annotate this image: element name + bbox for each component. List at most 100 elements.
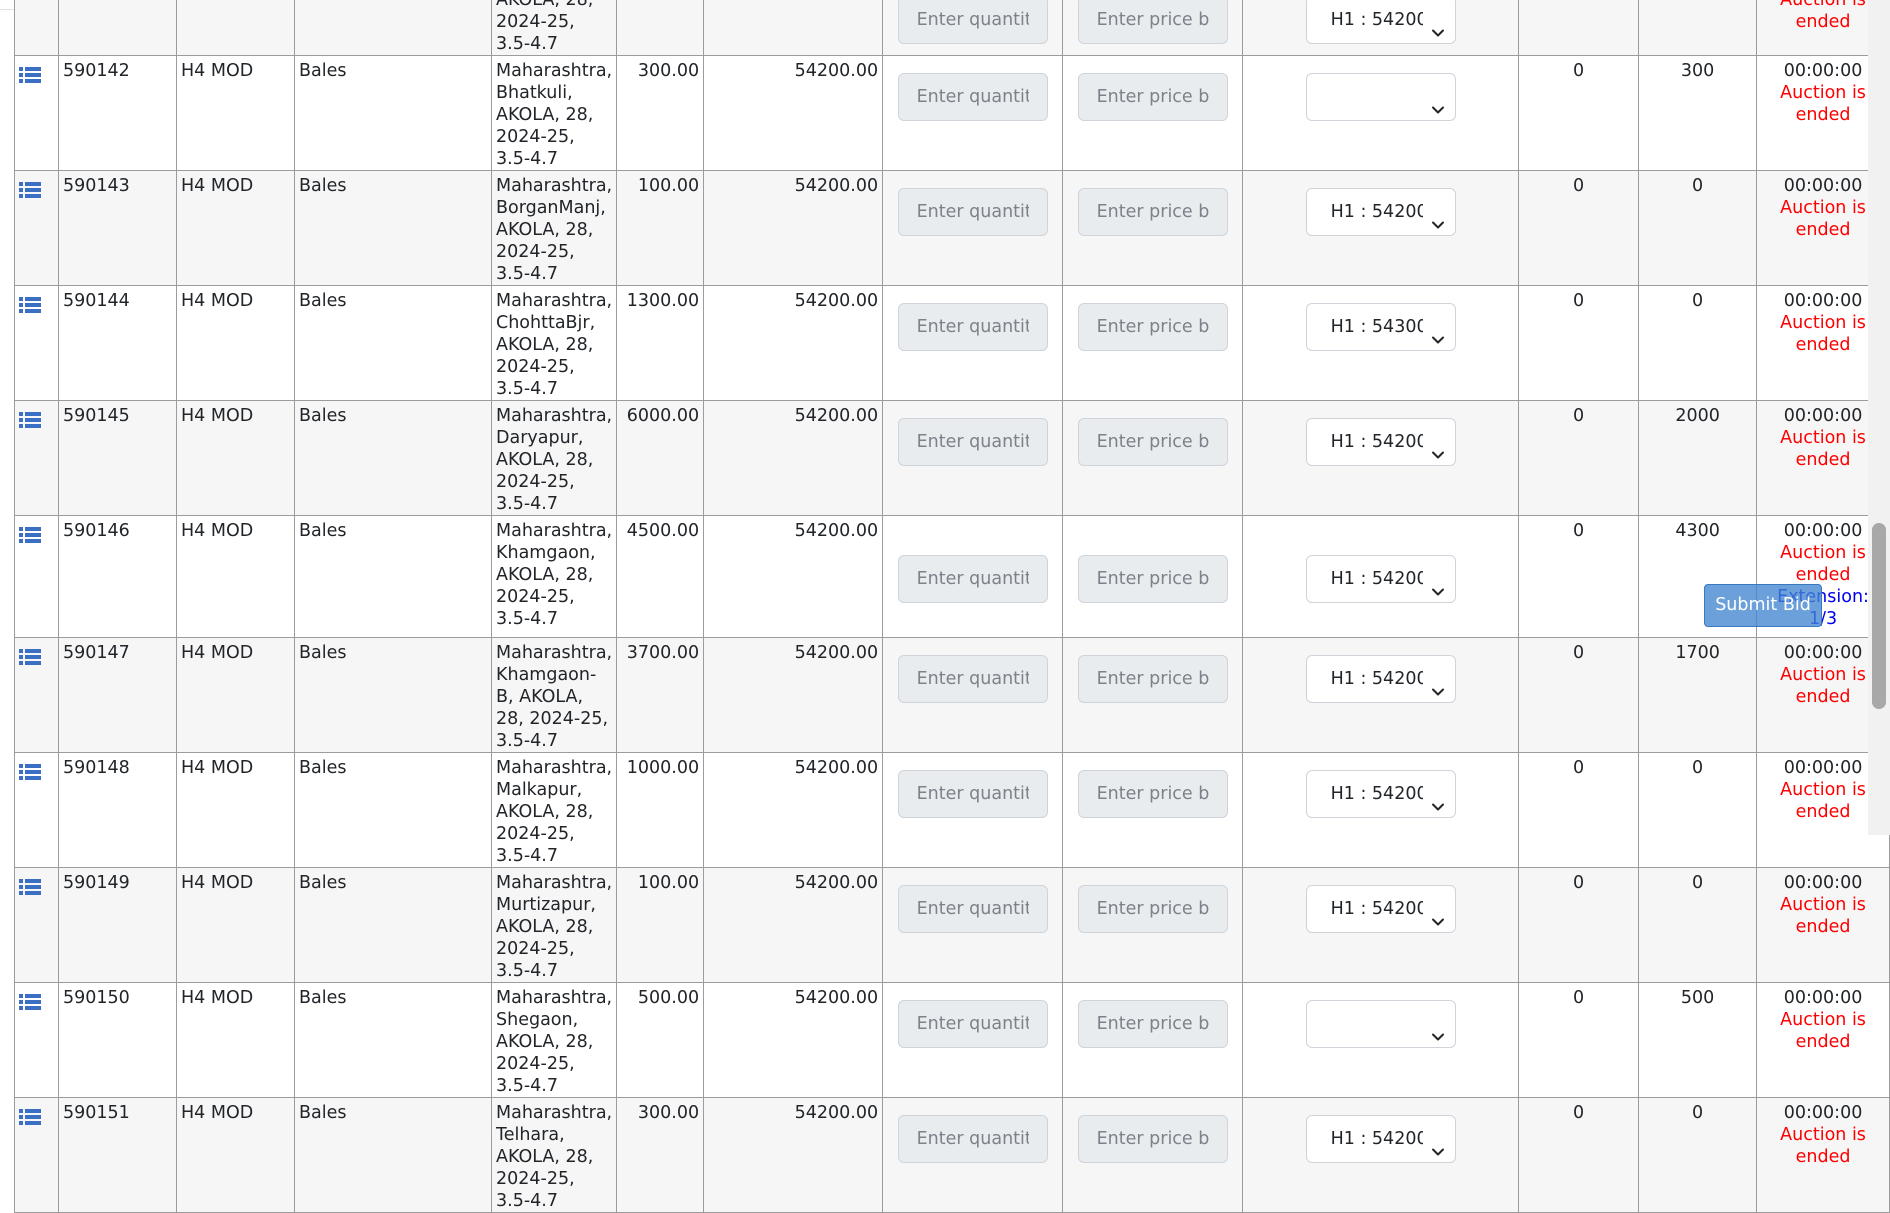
price-bid-input[interactable] xyxy=(1077,417,1228,466)
list-icon[interactable] xyxy=(19,648,41,672)
price-bid-input[interactable] xyxy=(1077,187,1228,236)
location: Maharashtra, BorganManj, AKOLA, 28, 2024… xyxy=(490,170,618,286)
h1-select-value: H1 : 54200 xyxy=(1330,898,1423,919)
base-price: 54200.00 xyxy=(703,637,884,753)
h1-cell: H1 : 54200 xyxy=(1242,867,1520,983)
quantity-input[interactable] xyxy=(897,417,1048,466)
auction-status: Auction is ended xyxy=(1780,895,1866,937)
lot-id: 590148 xyxy=(58,752,177,868)
h1-cell: H1 : 54200 xyxy=(1242,637,1520,753)
unit: Bales xyxy=(294,515,492,638)
h1-cell: H1 : 54200 xyxy=(1242,400,1520,516)
list-icon[interactable] xyxy=(19,763,41,787)
price-bid-input[interactable] xyxy=(1077,1114,1228,1163)
price-bid-input[interactable] xyxy=(1077,884,1228,933)
table-row: 590148 H4 MOD Bales Maharashtra, Malkapur, … xyxy=(14,752,1890,868)
countdown-timer: 00:00:00 xyxy=(1783,521,1863,541)
h1-select-value: H1 : 54200 xyxy=(1330,1128,1423,1149)
h1-cell: H1 : 54200 xyxy=(1242,1097,1520,1213)
quantity-input[interactable] xyxy=(897,1114,1048,1163)
row-icon-cell[interactable] xyxy=(14,867,59,983)
status-cell: 00:00:00 Auction is ended xyxy=(1756,867,1890,983)
row-icon-cell[interactable] xyxy=(14,400,59,516)
h1-select[interactable]: H1 : 54200 xyxy=(1305,0,1456,44)
price-cell xyxy=(1062,1097,1244,1213)
quantity-cell xyxy=(882,1097,1064,1213)
chevron-down-icon xyxy=(1431,1131,1445,1162)
location: Maharashtra, Malkapur, AKOLA, 28, 2024-2… xyxy=(490,752,618,868)
allocated-quantity: 2000 xyxy=(1638,400,1758,516)
location: Maharashtra, Telhara, AKOLA, 28, 2024-25… xyxy=(490,1097,618,1213)
quantity-input[interactable] xyxy=(897,999,1048,1048)
h1-select[interactable]: H1 : 54200 xyxy=(1305,769,1456,818)
list-icon[interactable] xyxy=(19,1108,41,1132)
quantity-cell xyxy=(882,515,1064,638)
submit-bid-button[interactable]: Submit Bid xyxy=(1704,584,1822,627)
h1-select[interactable]: H1 : 54200 xyxy=(1305,417,1456,466)
price-cell xyxy=(1062,170,1244,286)
list-icon[interactable] xyxy=(19,181,41,205)
vertical-scrollbar[interactable] xyxy=(1868,0,1890,835)
row-icon-cell[interactable] xyxy=(14,982,59,1098)
bid-count xyxy=(1518,0,1640,56)
countdown-timer: 00:00:00 xyxy=(1783,61,1863,81)
h1-select[interactable]: H1 : 54200 xyxy=(1305,654,1456,703)
row-icon-cell[interactable] xyxy=(14,55,59,171)
quantity-cell xyxy=(882,752,1064,868)
list-icon[interactable] xyxy=(19,66,41,90)
price-bid-input[interactable] xyxy=(1077,999,1228,1048)
variety: H4 MOD xyxy=(176,637,295,753)
location: AKOLA, 28, 2024-25, 3.5-4.7 xyxy=(490,0,618,56)
list-icon[interactable] xyxy=(19,526,41,550)
h1-select[interactable]: H1 : 54300 xyxy=(1305,302,1456,351)
unit: Bales xyxy=(294,1097,492,1213)
chevron-down-icon xyxy=(1431,89,1445,120)
quantity-input[interactable] xyxy=(897,769,1048,818)
h1-select[interactable] xyxy=(1305,72,1456,121)
quantity-input[interactable] xyxy=(897,654,1048,703)
list-icon[interactable] xyxy=(19,993,41,1017)
price-bid-input[interactable] xyxy=(1077,72,1228,121)
chevron-down-icon xyxy=(1431,786,1445,817)
auction-status: Auction is ended xyxy=(1780,543,1866,585)
price-bid-input[interactable] xyxy=(1077,554,1228,603)
h1-select-value: H1 : 54300 xyxy=(1330,316,1423,337)
variety: H4 MOD xyxy=(176,867,295,983)
quantity-input[interactable] xyxy=(897,302,1048,351)
h1-select[interactable]: H1 : 54200 xyxy=(1305,1114,1456,1163)
quantity-input[interactable] xyxy=(897,72,1048,121)
list-icon[interactable] xyxy=(19,296,41,320)
price-bid-input[interactable] xyxy=(1077,654,1228,703)
price-bid-input[interactable] xyxy=(1077,0,1228,44)
scrollbar-thumb[interactable] xyxy=(1872,523,1886,709)
quantity-input[interactable] xyxy=(897,554,1048,603)
row-icon-cell[interactable] xyxy=(14,515,59,638)
quantity-input[interactable] xyxy=(897,0,1048,44)
row-icon-cell[interactable] xyxy=(14,1097,59,1213)
lot-id: 590143 xyxy=(58,170,177,286)
row-icon-cell[interactable] xyxy=(14,637,59,753)
row-icon-cell[interactable] xyxy=(14,0,59,56)
lot-id xyxy=(58,0,177,56)
row-icon-cell[interactable] xyxy=(14,752,59,868)
price-bid-input[interactable] xyxy=(1077,302,1228,351)
quantity-input[interactable] xyxy=(897,187,1048,236)
location: Maharashtra, Murtizapur, AKOLA, 28, 2024… xyxy=(490,867,618,983)
h1-select[interactable]: H1 : 54200 xyxy=(1305,554,1456,603)
row-icon-cell[interactable] xyxy=(14,170,59,286)
quantity-value: 1000.00 xyxy=(616,752,705,868)
h1-select[interactable]: H1 : 54200 xyxy=(1305,884,1456,933)
row-icon-cell[interactable] xyxy=(14,285,59,401)
quantity-input[interactable] xyxy=(897,884,1048,933)
h1-select[interactable]: H1 : 54200 xyxy=(1305,187,1456,236)
h1-select[interactable] xyxy=(1305,999,1456,1048)
auction-status: Auction is ended xyxy=(1780,665,1866,707)
countdown-timer: 00:00:00 xyxy=(1783,758,1863,778)
auction-status: Auction is ended xyxy=(1780,1010,1866,1052)
list-icon[interactable] xyxy=(19,411,41,435)
list-icon[interactable] xyxy=(19,878,41,902)
unit: Bales xyxy=(294,982,492,1098)
price-bid-input[interactable] xyxy=(1077,769,1228,818)
quantity-value: 300.00 xyxy=(616,1097,705,1213)
quantity-cell xyxy=(882,982,1064,1098)
